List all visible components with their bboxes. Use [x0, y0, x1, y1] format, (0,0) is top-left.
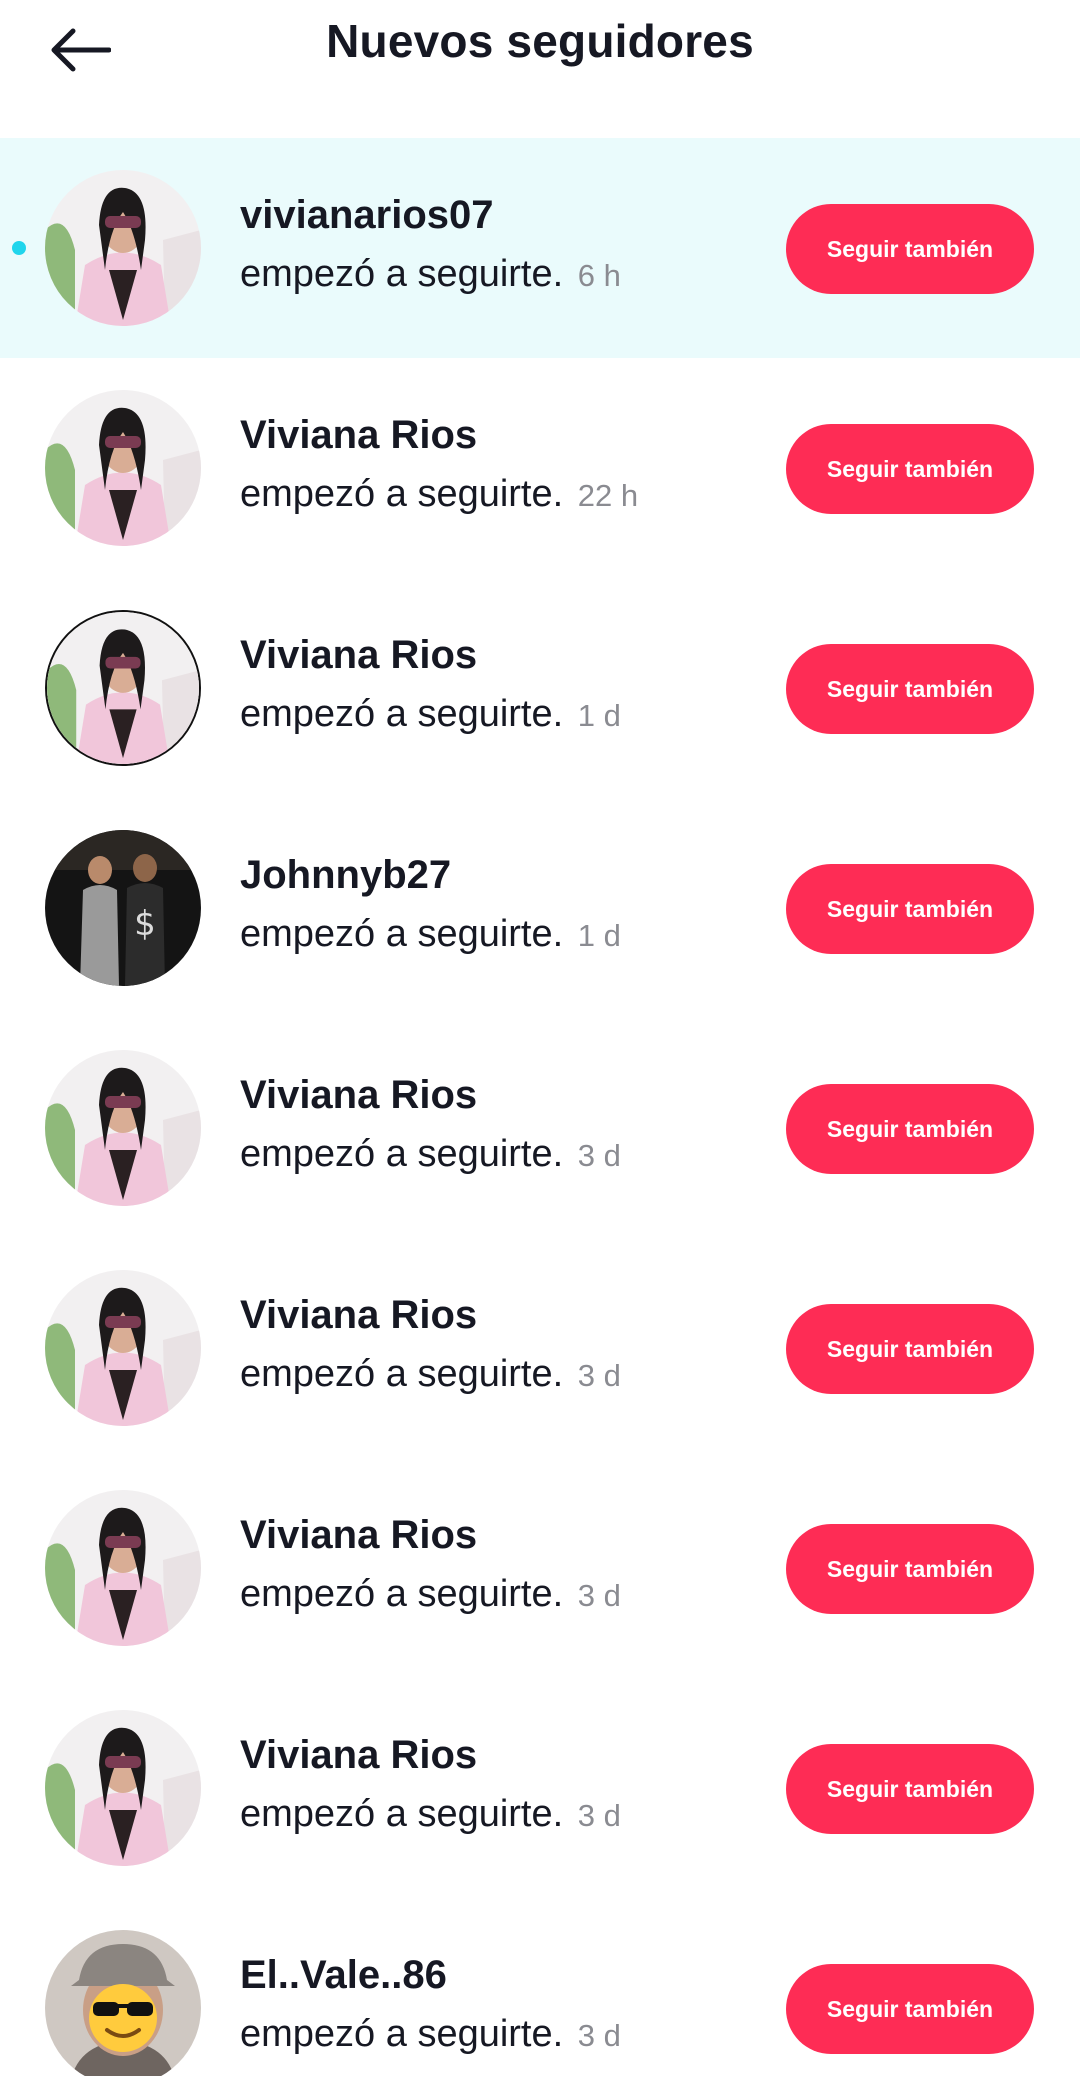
- list-item[interactable]: Viviana Rios empezó a seguirte. 22 h Seg…: [0, 358, 1080, 578]
- list-item[interactable]: $ Johnnyb27 empezó a seguirte. 1 d Segui…: [0, 798, 1080, 1018]
- page-title: Nuevos seguidores: [326, 15, 754, 67]
- follower-text: Viviana Rios empezó a seguirte. 3 d: [240, 1070, 760, 1180]
- avatar[interactable]: [45, 170, 201, 326]
- follower-action: empezó a seguirte. 22 h: [240, 473, 639, 515]
- timestamp: 1 d: [577, 698, 621, 733]
- list-item[interactable]: vivianarios07 empezó a seguirte. 6 h Seg…: [0, 138, 1080, 358]
- follower-name[interactable]: Viviana Rios: [240, 1730, 760, 1780]
- follower-name[interactable]: Viviana Rios: [240, 630, 760, 680]
- follow-back-button[interactable]: Seguir también: [786, 1744, 1034, 1834]
- follower-action: empezó a seguirte. 1 d: [240, 913, 621, 955]
- follower-name[interactable]: vivianarios07: [240, 190, 760, 240]
- follower-action: empezó a seguirte. 3 d: [240, 1133, 621, 1175]
- svg-text:$: $: [134, 904, 156, 944]
- follower-name[interactable]: Viviana Rios: [240, 1070, 760, 1120]
- follower-action: empezó a seguirte. 3 d: [240, 2013, 621, 2055]
- follower-text: Viviana Rios empezó a seguirte. 1 d: [240, 630, 760, 740]
- follow-back-button[interactable]: Seguir también: [786, 644, 1034, 734]
- avatar[interactable]: [45, 610, 201, 766]
- follow-back-button[interactable]: Seguir también: [786, 1304, 1034, 1394]
- follower-text: Viviana Rios empezó a seguirte. 3 d: [240, 1510, 760, 1620]
- list-item[interactable]: Viviana Rios empezó a seguirte. 3 d Segu…: [0, 1458, 1080, 1678]
- follower-action: empezó a seguirte. 3 d: [240, 1573, 621, 1615]
- timestamp: 3 d: [577, 1798, 621, 1833]
- follower-text: Johnnyb27 empezó a seguirte. 1 d: [240, 850, 760, 960]
- list-item[interactable]: Viviana Rios empezó a seguirte. 3 d Segu…: [0, 1238, 1080, 1458]
- follow-back-button[interactable]: Seguir también: [786, 1524, 1034, 1614]
- follower-name[interactable]: Viviana Rios: [240, 1510, 760, 1560]
- follower-name[interactable]: Viviana Rios: [240, 1290, 760, 1340]
- follower-action: empezó a seguirte. 6 h: [240, 253, 621, 295]
- list-item[interactable]: Viviana Rios empezó a seguirte. 1 d Segu…: [0, 578, 1080, 798]
- list-item[interactable]: Viviana Rios empezó a seguirte. 3 d Segu…: [0, 1678, 1080, 1898]
- header: Nuevos seguidores: [0, 0, 1080, 138]
- follow-back-button[interactable]: Seguir también: [786, 424, 1034, 514]
- follow-back-button[interactable]: Seguir también: [786, 864, 1034, 954]
- follower-text: Viviana Rios empezó a seguirte. 22 h: [240, 410, 760, 520]
- avatar[interactable]: [45, 390, 201, 546]
- list-item[interactable]: El..Vale..86 empezó a seguirte. 3 d Segu…: [0, 1898, 1080, 2076]
- follower-text: Viviana Rios empezó a seguirte. 3 d: [240, 1290, 760, 1400]
- follower-name[interactable]: Johnnyb27: [240, 850, 760, 900]
- timestamp: 22 h: [577, 478, 639, 513]
- unread-dot: [12, 241, 26, 255]
- follow-back-button[interactable]: Seguir también: [786, 204, 1034, 294]
- avatar[interactable]: [45, 1930, 201, 2076]
- follow-back-button[interactable]: Seguir también: [786, 1964, 1034, 2054]
- avatar[interactable]: [45, 1710, 201, 1866]
- followers-list: vivianarios07 empezó a seguirte. 6 h Seg…: [0, 138, 1080, 2076]
- follower-action: empezó a seguirte. 3 d: [240, 1353, 621, 1395]
- timestamp: 3 d: [577, 1358, 621, 1393]
- follower-name[interactable]: El..Vale..86: [240, 1950, 760, 2000]
- timestamp: 3 d: [577, 1578, 621, 1613]
- avatar[interactable]: [45, 1050, 201, 1206]
- list-item[interactable]: Viviana Rios empezó a seguirte. 3 d Segu…: [0, 1018, 1080, 1238]
- follower-action: empezó a seguirte. 1 d: [240, 693, 621, 735]
- timestamp: 3 d: [577, 1138, 621, 1173]
- follower-text: Viviana Rios empezó a seguirte. 3 d: [240, 1730, 760, 1840]
- avatar[interactable]: [45, 1490, 201, 1646]
- timestamp: 3 d: [577, 2018, 621, 2053]
- follow-back-button[interactable]: Seguir también: [786, 1084, 1034, 1174]
- follower-text: vivianarios07 empezó a seguirte. 6 h: [240, 190, 760, 300]
- timestamp: 6 h: [577, 258, 621, 293]
- follower-name[interactable]: Viviana Rios: [240, 410, 760, 460]
- timestamp: 1 d: [577, 918, 621, 953]
- follower-action: empezó a seguirte. 3 d: [240, 1793, 621, 1835]
- avatar[interactable]: $: [45, 830, 201, 986]
- avatar[interactable]: [45, 1270, 201, 1426]
- follower-text: El..Vale..86 empezó a seguirte. 3 d: [240, 1950, 760, 2060]
